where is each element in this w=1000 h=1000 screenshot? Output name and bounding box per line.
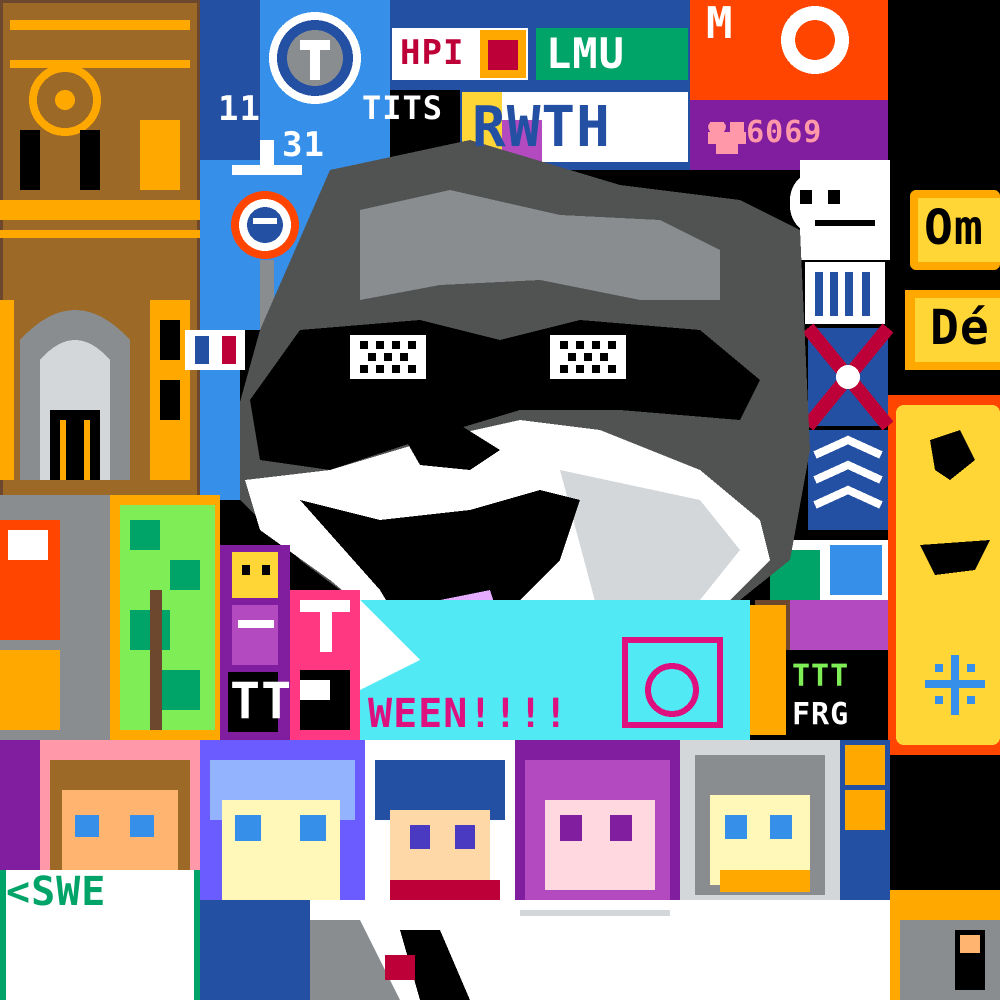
- titans-number-31: 31: [282, 125, 325, 165]
- m-label: M: [706, 0, 734, 49]
- heart-counter: ♥ 6069: [708, 115, 823, 150]
- tree-icon: [120, 505, 215, 730]
- lmu-label: LMU: [546, 29, 625, 78]
- swe-label: <SWE: [6, 869, 107, 915]
- side-letters-top: TTT: [792, 659, 850, 694]
- rwth-label: RWTH: [472, 95, 611, 160]
- ghost-icon: [790, 170, 886, 236]
- om-sign: Om: [924, 200, 984, 256]
- side-letters-bottom: FRG: [792, 697, 850, 732]
- t-letters: TT: [230, 672, 293, 730]
- titans-word: TITS: [362, 89, 444, 127]
- hpi-label: HPI: [400, 33, 465, 73]
- titans-number-11: 11: [218, 89, 261, 129]
- ween-banner: WEEN!!!!: [368, 691, 569, 737]
- oe-sign: Dé: [930, 300, 990, 356]
- cathedral-icon: [0, 0, 203, 503]
